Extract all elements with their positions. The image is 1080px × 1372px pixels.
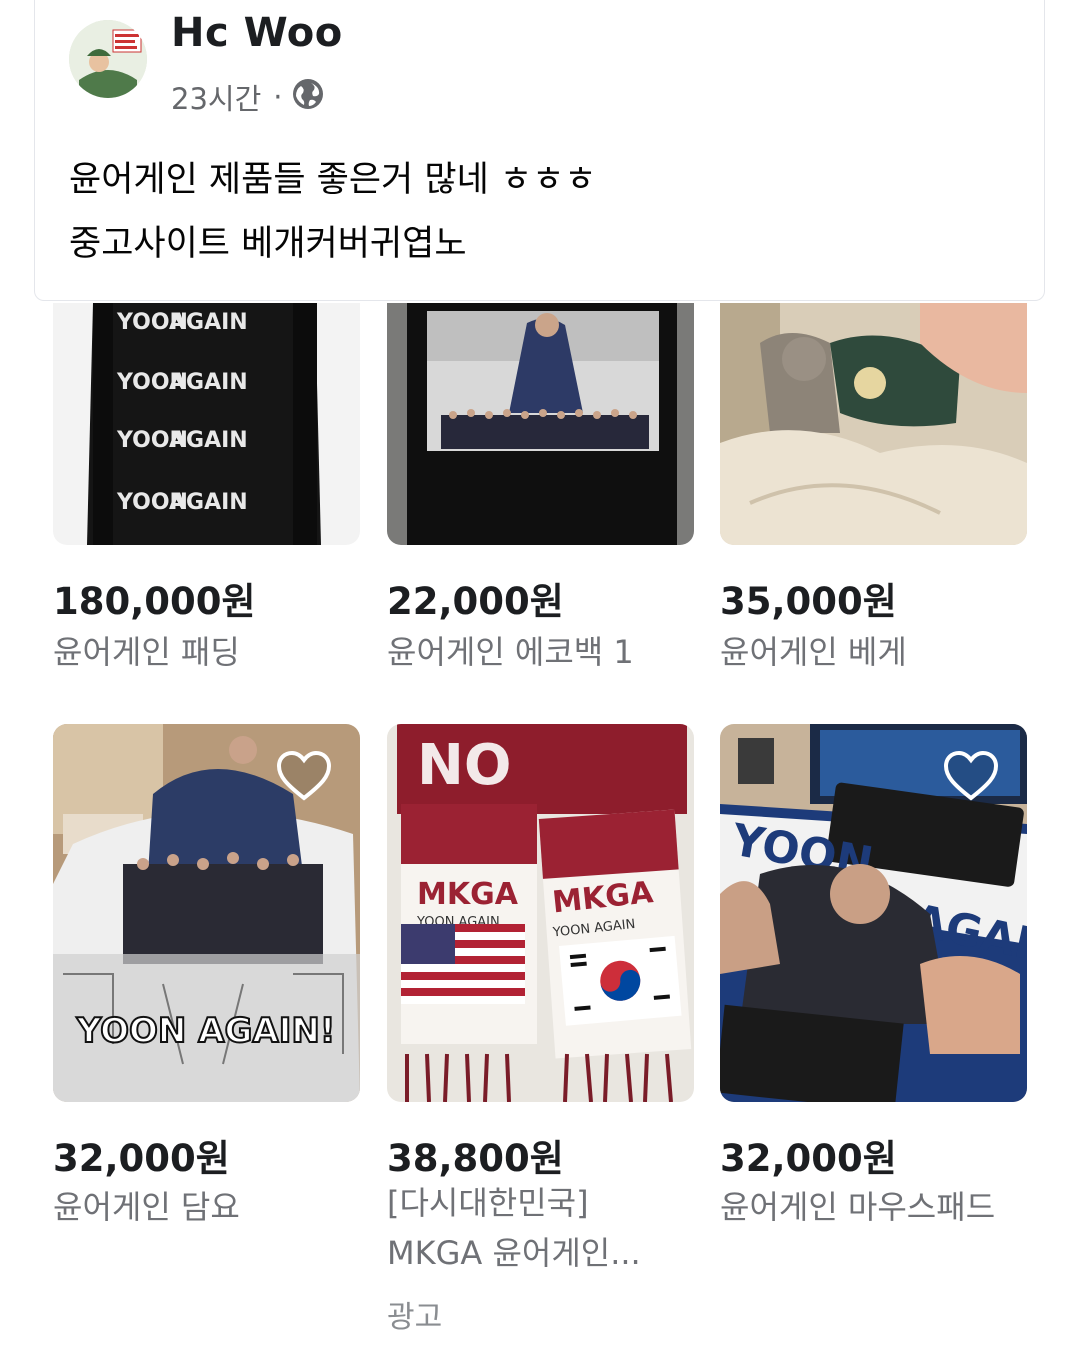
post-time[interactable]: 23시간	[171, 76, 261, 118]
product-image-scarf[interactable]: NO MKGA MKGA YOON AGAIN YOON AGAIN	[387, 724, 694, 1102]
product-card[interactable]: 22,000원 윤어게인 에코백 1	[387, 303, 694, 673]
product-title-line-2: MKGA 윤어게인...	[387, 1234, 641, 1272]
blanket-image-text: YOON AGAIN!	[76, 1011, 336, 1051]
product-card[interactable]: 35,000원 윤어게인 베게	[720, 303, 1027, 673]
avatar[interactable]	[69, 20, 147, 98]
product-title: 윤어게인 에코백 1	[387, 633, 634, 671]
post-text-line-1: 윤어게인 제품들 좋은거 많네 ㅎㅎㅎ	[69, 160, 597, 200]
post-text-line-2: 중고사이트 베개커버귀엽노	[69, 224, 467, 264]
product-price: 32,000원	[53, 1137, 230, 1180]
product-card-ad[interactable]: NO MKGA MKGA YOON AGAIN YOON AGAIN 38,80…	[387, 724, 694, 1344]
ad-label: 광고	[387, 1300, 443, 1335]
product-price: 180,000원	[53, 580, 256, 623]
product-title: 윤어게인 패딩	[53, 633, 240, 671]
product-image-padding[interactable]: YOON AGAIN YOON AGAIN YOON AGAIN YOON AGAIN	[53, 303, 360, 545]
product-image-pillow[interactable]	[720, 303, 1027, 545]
post-meta: 23시간 ·	[171, 76, 324, 118]
post-card: Hc Woo 23시간 · 윤어게인 제품들 좋은거 많네 ㅎㅎㅎ 중고사이트 …	[34, 0, 1045, 301]
heart-icon[interactable]	[276, 750, 332, 802]
product-card[interactable]: YOON AGAI 32,000원 윤어게인 마우스패드	[720, 724, 1027, 1226]
product-title: 윤어게인 담요	[53, 1188, 240, 1226]
svg-text:NO: NO	[417, 733, 511, 798]
heart-icon[interactable]	[943, 750, 999, 802]
scarf-text-mkga-left: MKGA	[417, 877, 519, 912]
post-text: 윤어게인 제품들 좋은거 많네 ㅎㅎㅎ 중고사이트 베개커버귀엽노	[69, 148, 597, 276]
product-image-blanket[interactable]: YOON AGAIN!	[53, 724, 360, 1102]
author-name[interactable]: Hc Woo	[171, 10, 343, 56]
globe-icon	[292, 78, 324, 117]
product-title: 윤어게인 마우스패드	[720, 1188, 996, 1226]
product-price: 32,000원	[720, 1137, 897, 1180]
svg-text:AGAIN: AGAIN	[169, 490, 248, 515]
svg-text:AGAIN: AGAIN	[169, 310, 248, 335]
product-price: 22,000원	[387, 580, 564, 623]
product-image-ecobag[interactable]	[387, 303, 694, 545]
product-title-line-1: [다시대한민국]	[387, 1184, 589, 1222]
product-card[interactable]: YOON AGAIN! 32,000원 윤어게인 담요	[53, 724, 360, 1226]
product-title: 윤어게인 베게	[720, 633, 907, 671]
meta-separator: ·	[273, 80, 283, 114]
product-image-mousepad[interactable]: YOON AGAI	[720, 724, 1027, 1102]
svg-text:AGAIN: AGAIN	[169, 428, 248, 453]
product-price: 35,000원	[720, 580, 897, 623]
product-card[interactable]: YOON AGAIN YOON AGAIN YOON AGAIN YOON AGAIN …	[53, 303, 360, 673]
svg-text:AGAIN: AGAIN	[169, 370, 248, 395]
product-price: 38,800원	[387, 1137, 564, 1180]
